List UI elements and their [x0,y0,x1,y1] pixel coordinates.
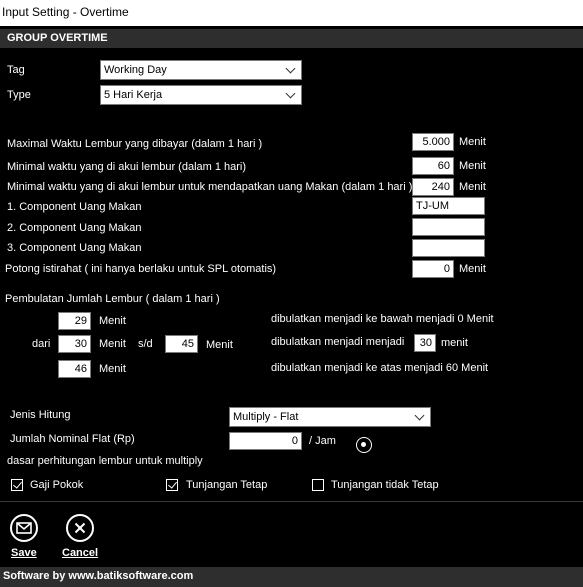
group-title: GROUP OVERTIME [0,29,583,48]
comp1-label: 1. Component Uang Makan [7,201,142,213]
max-waktu-unit: Menit [459,136,486,148]
comp2-input[interactable] [412,218,485,236]
min-waktu-makan-input[interactable]: 240 [412,178,454,196]
min-waktu-makan-unit: Menit [459,181,486,193]
type-select[interactable]: 5 Hari Kerja [100,85,302,105]
jenis-hitung-select[interactable]: Multiply - Flat [229,407,431,427]
footer-text: Software by www.batiksoftware.com [0,567,583,587]
pembulatan-row2-unit: Menit [99,338,126,350]
dari-label: dari [32,338,51,350]
potong-input[interactable]: 0 [412,260,454,278]
pembulatan-row3-unit: Menit [99,363,126,375]
min-waktu-label: Minimal waktu yang di akui lembur (dalam… [7,161,247,173]
chevron-down-icon [286,61,296,79]
tag-select[interactable]: Working Day [100,60,302,80]
pembulatan-row1-unit: Menit [99,315,126,327]
window-title: Input Setting - Overtime [0,0,583,26]
min-waktu-makan-label: Minimal waktu yang di akui lembur untuk … [7,181,413,193]
tunjangan-tetap-label: Tunjangan Tetap [186,479,268,491]
nominal-flat-input[interactable]: 0 [229,432,302,450]
cancel-button[interactable] [66,514,94,542]
tunjangan-tetap-checkbox[interactable] [166,479,178,491]
dasar-label: dasar perhitungan lembur untuk multiply [7,455,203,467]
comp3-input[interactable] [412,239,485,257]
chevron-down-icon [415,408,425,426]
potong-unit: Menit [459,263,486,275]
tunjangan-tidak-tetap-label: Tunjangan tidak Tetap [331,479,439,491]
sd-label: s/d [138,338,153,350]
comp2-label: 2. Component Uang Makan [7,222,142,234]
comp1-input[interactable]: TJ-UM [412,197,485,215]
min-waktu-unit: Menit [459,160,486,172]
pembulatan-row3-desc: dibulatkan menjadi ke atas menjadi 60 Me… [271,362,489,374]
min-waktu-input[interactable]: 60 [412,157,454,175]
close-icon [74,522,86,534]
pembulatan-row2-desc: dibulatkan menjadi menjadi [271,336,405,348]
gaji-pokok-label: Gaji Pokok [30,479,84,491]
save-button[interactable] [10,514,38,542]
cancel-label[interactable]: Cancel [62,547,98,559]
divider [0,501,583,502]
envelope-icon [16,522,32,534]
tunjangan-tidak-tetap-checkbox[interactable] [312,479,324,491]
pembulatan-row2-to-input[interactable]: 45 [165,335,198,353]
pembulatan-row2-result-input[interactable]: 30 [414,334,436,352]
pembulatan-row2-input[interactable]: 30 [58,335,91,353]
pembulatan-row1-input[interactable]: 29 [58,312,91,330]
pembulatan-row2-result-unit: menit [441,337,468,349]
save-label[interactable]: Save [11,547,37,559]
type-label: Type [7,89,31,101]
type-select-value: 5 Hari Kerja [104,89,163,101]
pembulatan-row1-desc: dibulatkan menjadi ke bawah menjadi 0 Me… [271,313,494,325]
tag-label: Tag [7,64,25,76]
chevron-down-icon [286,86,296,104]
max-waktu-label: Maximal Waktu Lembur yang dibayar (dalam… [7,138,263,150]
tag-select-value: Working Day [104,64,167,76]
nominal-flat-label: Jumlah Nominal Flat (Rp) [10,433,135,445]
jenis-hitung-select-value: Multiply - Flat [233,411,299,423]
nominal-flat-unit: / Jam [309,435,336,447]
radio-button[interactable] [356,437,372,453]
max-waktu-input[interactable]: 5.000 [412,133,454,151]
pembulatan-row2-to-unit: Menit [206,339,233,351]
potong-label: Potong istirahat ( ini hanya berlaku unt… [5,263,277,275]
pembulatan-title: Pembulatan Jumlah Lembur ( dalam 1 hari … [5,293,220,305]
comp3-label: 3. Component Uang Makan [7,242,142,254]
pembulatan-row3-input[interactable]: 46 [58,360,91,378]
jenis-hitung-label: Jenis Hitung [10,409,71,421]
gaji-pokok-checkbox[interactable] [11,479,23,491]
